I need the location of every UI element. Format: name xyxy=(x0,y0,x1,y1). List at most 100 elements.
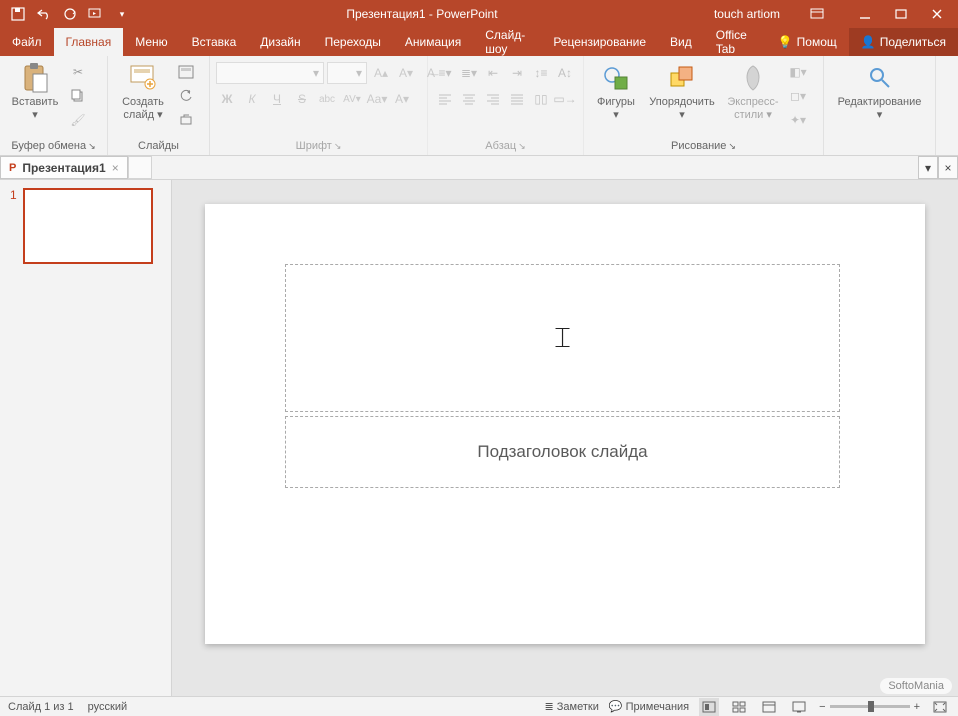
zoom-out-button[interactable]: − xyxy=(819,701,825,713)
font-color-button[interactable]: A▾ xyxy=(391,88,413,110)
columns-icon[interactable]: ▯▯ xyxy=(530,88,552,110)
tab-menu[interactable]: Меню xyxy=(123,28,179,56)
title-placeholder[interactable]: ⌶ xyxy=(285,264,840,412)
group-paragraph: ≡▾ ≣▾ ⇤ ⇥ ↕≡ A↕ ▯▯ ▭→ Абзац ↘ xyxy=(428,56,584,155)
justify-icon[interactable] xyxy=(506,88,528,110)
tabs-dropdown-icon[interactable]: ▾ xyxy=(918,156,938,179)
new-document-tab[interactable] xyxy=(128,156,152,179)
underline-button[interactable]: Ч xyxy=(266,88,288,110)
title-bar-right: touch artiom xyxy=(714,3,954,25)
slides-group-label: Слайды xyxy=(114,138,203,155)
close-button[interactable] xyxy=(920,3,954,25)
fit-to-window-icon[interactable] xyxy=(930,698,950,716)
tab-tell-me[interactable]: 💡Помощ xyxy=(766,28,849,56)
shape-outline-icon[interactable]: ◻▾ xyxy=(788,86,808,106)
format-painter-icon[interactable]: 🖌 xyxy=(68,110,88,130)
notes-button[interactable]: ≣ Заметки xyxy=(544,700,598,713)
font-size-combo[interactable]: ▾ xyxy=(327,62,367,84)
dialog-launcher-icon[interactable]: ↘ xyxy=(88,141,96,152)
zoom-slider[interactable] xyxy=(830,705,910,708)
close-all-tabs-icon[interactable]: × xyxy=(938,156,958,179)
cut-icon[interactable]: ✂ xyxy=(68,62,88,82)
dialog-launcher-icon[interactable]: ↘ xyxy=(518,141,526,152)
section-icon[interactable] xyxy=(176,110,196,130)
italic-button[interactable]: К xyxy=(241,88,263,110)
close-tab-icon[interactable]: × xyxy=(112,161,119,175)
align-right-icon[interactable] xyxy=(482,88,504,110)
tab-home[interactable]: Главная xyxy=(54,28,124,56)
numbering-icon[interactable]: ≣▾ xyxy=(458,62,480,84)
tab-file[interactable]: Файл xyxy=(0,28,54,56)
increase-indent-icon[interactable]: ⇥ xyxy=(506,62,528,84)
line-spacing-icon[interactable]: ↕≡ xyxy=(530,62,552,84)
bold-button[interactable]: Ж xyxy=(216,88,238,110)
copy-icon[interactable] xyxy=(68,86,88,106)
dialog-launcher-icon[interactable]: ↘ xyxy=(728,141,736,152)
clipboard-group-label: Буфер обмена xyxy=(11,140,86,152)
sorter-view-icon[interactable] xyxy=(729,698,749,716)
dialog-launcher-icon[interactable]: ↘ xyxy=(334,141,342,152)
minimize-button[interactable] xyxy=(848,3,882,25)
font-family-combo[interactable]: ▾ xyxy=(216,62,324,84)
change-case-button[interactable]: Aa▾ xyxy=(366,88,388,110)
shape-fill-icon[interactable]: ◧▾ xyxy=(788,62,808,82)
strikethrough-button[interactable]: S xyxy=(291,88,313,110)
tab-transitions[interactable]: Переходы xyxy=(313,28,393,56)
ribbon-options-icon[interactable] xyxy=(800,3,834,25)
user-name-label[interactable]: touch artiom xyxy=(714,7,780,21)
reading-view-icon[interactable] xyxy=(759,698,779,716)
zoom-in-button[interactable]: + xyxy=(914,701,920,713)
new-slide-button[interactable]: Создать слайд ▾ xyxy=(114,60,172,121)
editing-button[interactable]: Редактирование▾ xyxy=(830,60,929,121)
shape-effects-icon[interactable]: ✦▾ xyxy=(788,110,808,130)
document-tab[interactable]: P Презентация1 × xyxy=(0,156,128,179)
shapes-button[interactable]: Фигуры▾ xyxy=(590,60,642,121)
comments-button[interactable]: 💬 Примечания xyxy=(609,700,689,713)
text-shadow-button[interactable]: abc xyxy=(316,88,338,110)
layout-icon[interactable] xyxy=(176,62,196,82)
decrease-font-icon[interactable]: A▾ xyxy=(395,62,417,84)
thumb-number: 1 xyxy=(10,188,17,264)
decrease-indent-icon[interactable]: ⇤ xyxy=(482,62,504,84)
maximize-button[interactable] xyxy=(884,3,918,25)
quick-styles-button[interactable]: Экспресс-стили ▾ xyxy=(722,60,784,121)
text-direction-icon[interactable]: A↕ xyxy=(554,62,576,84)
slide-counter[interactable]: Слайд 1 из 1 xyxy=(8,701,74,713)
tab-design[interactable]: Дизайн xyxy=(248,28,312,56)
increase-font-icon[interactable]: A▴ xyxy=(370,62,392,84)
language-button[interactable]: русский xyxy=(88,701,127,713)
tab-animations[interactable]: Анимация xyxy=(393,28,473,56)
reset-icon[interactable] xyxy=(176,86,196,106)
tab-share[interactable]: 👤Поделиться xyxy=(849,28,958,56)
tab-insert[interactable]: Вставка xyxy=(180,28,249,56)
qat-dropdown-icon[interactable]: ▾ xyxy=(114,6,130,22)
slideshow-view-icon[interactable] xyxy=(789,698,809,716)
start-from-beginning-icon[interactable] xyxy=(88,6,104,22)
title-bar: ▾ Презентация1 - PowerPoint touch artiom xyxy=(0,0,958,28)
bullets-icon[interactable]: ≡▾ xyxy=(434,62,456,84)
person-icon: 👤 xyxy=(861,35,876,49)
slide-thumbnail[interactable] xyxy=(23,188,153,264)
tab-slideshow[interactable]: Слайд-шоу xyxy=(473,28,541,56)
group-font: ▾ ▾ A▴ A▾ A̶ Ж К Ч S abc AV▾ Aa▾ A▾ Ш xyxy=(210,56,428,155)
smartart-icon[interactable]: ▭→ xyxy=(554,88,576,110)
paste-button[interactable]: Вставить▾ xyxy=(6,60,64,121)
tab-review[interactable]: Рецензирование xyxy=(541,28,658,56)
tab-officetab[interactable]: Office Tab xyxy=(704,28,766,56)
undo-icon[interactable] xyxy=(36,6,52,22)
ribbon: Вставить▾ ✂ 🖌 Буфер обмена ↘ Создать сла… xyxy=(0,56,958,156)
arrange-button[interactable]: Упорядочить▾ xyxy=(646,60,718,121)
align-center-icon[interactable] xyxy=(458,88,480,110)
normal-view-icon[interactable] xyxy=(699,698,719,716)
work-area: 1 ⌶ Подзаголовок слайда xyxy=(0,180,958,696)
subtitle-placeholder[interactable]: Подзаголовок слайда xyxy=(285,416,840,488)
save-icon[interactable] xyxy=(10,6,26,22)
char-spacing-button[interactable]: AV▾ xyxy=(341,88,363,110)
status-bar: Слайд 1 из 1 русский ≣ Заметки 💬 Примеча… xyxy=(0,696,958,716)
redo-icon[interactable] xyxy=(62,6,78,22)
slide[interactable]: ⌶ Подзаголовок слайда xyxy=(205,204,925,644)
notes-label: Заметки xyxy=(557,701,599,713)
tab-view[interactable]: Вид xyxy=(658,28,704,56)
arrange-icon xyxy=(666,62,698,94)
align-left-icon[interactable] xyxy=(434,88,456,110)
